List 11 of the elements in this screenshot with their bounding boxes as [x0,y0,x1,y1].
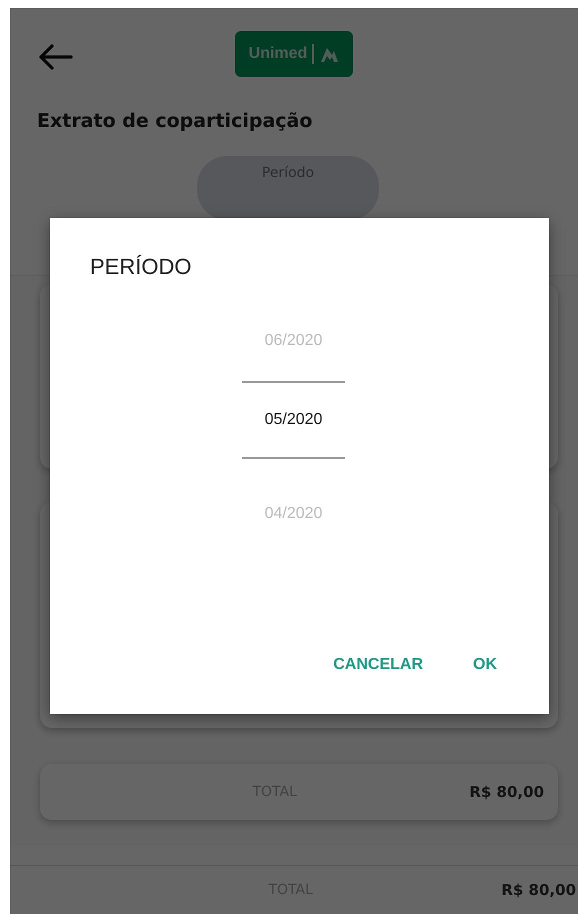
back-arrow-icon[interactable] [37,43,73,71]
dialog-button[interactable]: OK [463,648,507,682]
dialog-button[interactable]: CANCELAR [323,648,433,682]
total-value: R$ 80,00 [469,783,544,801]
total-value: R$ 80,00 [501,881,577,899]
page-title: Extrato de coparticipação [36,109,314,132]
picker-option[interactable]: 06/2020 [264,326,322,356]
logo-text: Unimed [248,44,308,62]
dialog-title: PERÍODO [89,253,192,280]
picker-option[interactable]: 05/2020 [264,405,322,435]
picker-option[interactable]: 04/2020 [264,499,322,529]
